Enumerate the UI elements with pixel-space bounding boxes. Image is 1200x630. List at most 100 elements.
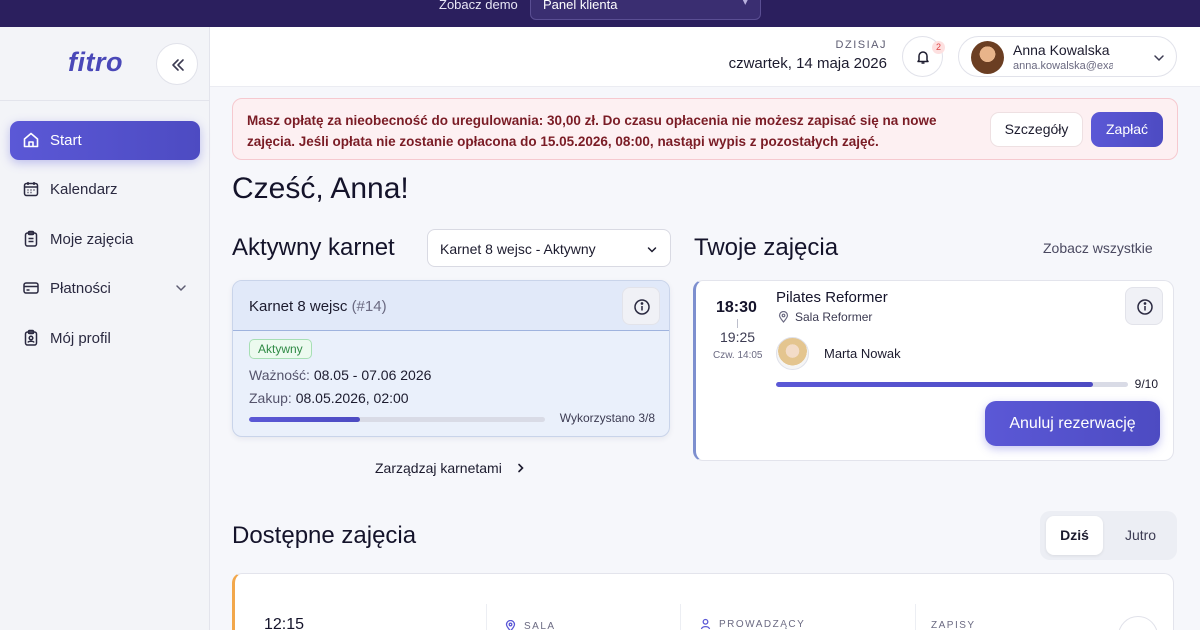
today-date: czwartek, 14 maja 2026 — [728, 55, 887, 72]
demo-bar: Zobacz demo Panel klienta ▾ — [0, 0, 1200, 27]
demo-view-select-value: Panel klienta — [543, 0, 618, 12]
demo-view-select[interactable]: Panel klienta ▾ — [530, 0, 761, 20]
purchase-label: Zakup: — [249, 390, 292, 406]
pass-name: Karnet 8 wejsc (#14) — [249, 298, 387, 315]
sidebar-item-start[interactable]: Start — [10, 121, 200, 160]
manage-passes-label: Zarządzaj karnetami — [375, 460, 502, 476]
available-class-time: 12:15 — [264, 616, 305, 630]
coach-column-label: PROWADZĄCY — [719, 619, 806, 630]
pass-select-value: Karnet 8 wejsc - Aktywny — [440, 241, 596, 257]
profile-icon — [24, 329, 38, 346]
coach-name: Marta Nowak — [824, 346, 901, 361]
sidebar-item-label: Moje zajęcia — [50, 231, 134, 248]
notifications-button[interactable]: 2 — [902, 36, 945, 77]
pass-info-button[interactable] — [622, 287, 660, 325]
your-classes-title: Twoje zajęcia — [694, 234, 839, 261]
class-info-button[interactable] — [1118, 616, 1158, 630]
status-badge: Aktywny — [249, 339, 312, 359]
validity-label: Ważność: — [249, 367, 310, 383]
column-divider — [486, 604, 487, 630]
chevron-down-icon — [647, 247, 657, 253]
top-header: DZISIAJ czwartek, 14 maja 2026 2 Anna Ko… — [210, 27, 1200, 87]
home-icon — [23, 132, 39, 148]
see-all-link[interactable]: Zobacz wszystkie — [1043, 240, 1153, 256]
bell-icon — [917, 51, 929, 64]
pass-usage-text: Wykorzystano 3/8 — [559, 411, 655, 425]
location-pin-icon — [505, 619, 516, 630]
pass-card-header: Karnet 8 wejsc (#14) — [233, 281, 669, 331]
card-icon — [23, 282, 39, 294]
class-end-time: 19:25 — [720, 329, 756, 345]
location-pin-icon — [778, 310, 789, 323]
class-start-time: 18:30 — [716, 299, 757, 316]
available-class-card[interactable]: 12:15 ·· SALA PROWADZĄCY ZAPISY — [232, 573, 1174, 630]
validity-value: 08.05 - 07.06 2026 — [313, 367, 432, 383]
pass-select[interactable]: Karnet 8 wejsc - Aktywny — [427, 229, 671, 267]
calendar-icon — [23, 182, 39, 197]
sidebar-item-my-classes[interactable]: Moje zajęcia — [10, 220, 200, 259]
pass-card: Karnet 8 wejsc (#14) Aktywny Ważność: 08… — [232, 280, 670, 437]
demo-label: Zobacz demo — [439, 0, 518, 12]
info-icon — [1137, 299, 1153, 315]
cancel-booking-button[interactable]: Anuluj rezerwację — [985, 401, 1160, 446]
purchase-value: 08.05.2026, 02:00 — [295, 390, 409, 406]
sidebar: fitro Start Kalendarz Moje zajęcia Płatn… — [0, 27, 210, 630]
class-capacity-progress — [776, 382, 1128, 387]
sidebar-item-profile[interactable]: Mój profil — [10, 319, 200, 358]
info-icon — [634, 299, 650, 315]
sidebar-divider — [0, 100, 209, 101]
sidebar-item-label: Mój profil — [50, 330, 111, 347]
manage-passes-link[interactable]: Zarządzaj karnetami — [375, 460, 524, 476]
room-column-label: SALA — [524, 621, 556, 630]
coach-column: PROWADZĄCY — [700, 618, 805, 630]
column-divider — [915, 604, 916, 630]
sidebar-item-payments[interactable]: Płatności — [10, 269, 200, 308]
details-button[interactable]: Szczegóły — [990, 112, 1083, 147]
user-name: Anna Kowalska — [1013, 42, 1110, 58]
sidebar-item-label: Start — [50, 132, 82, 149]
pay-button[interactable]: Zapłać — [1091, 112, 1163, 147]
room-column: SALA — [505, 619, 556, 630]
avatar — [971, 41, 1004, 74]
column-divider — [680, 604, 681, 630]
sidebar-item-calendar[interactable]: Kalendarz — [10, 170, 200, 209]
available-classes-title: Dostępne zajęcia — [232, 522, 417, 549]
chevron-down-icon — [176, 285, 186, 292]
pass-number: (#14) — [351, 298, 387, 315]
pass-title: Karnet 8 wejsc — [249, 298, 348, 315]
class-info-button[interactable] — [1125, 287, 1163, 325]
active-pass-title: Aktywny karnet — [232, 234, 395, 261]
class-name: Pilates Reformer — [776, 289, 888, 306]
time-divider — [737, 319, 738, 328]
booked-class-card: 18:30 19:25 Czw. 14:05 Pilates Reformer … — [693, 280, 1174, 461]
signups-column: ZAPISY — [931, 620, 976, 630]
tab-tomorrow[interactable]: Jutro — [1112, 516, 1169, 555]
notification-badge: 2 — [932, 41, 945, 54]
chevron-down-icon: ▾ — [742, 0, 748, 8]
class-room: Sala Reformer — [778, 310, 872, 324]
class-capacity-text: 9/10 — [1134, 377, 1158, 391]
avatar — [776, 337, 809, 370]
collapse-sidebar-button[interactable] — [156, 43, 198, 85]
class-date: Czw. 14:05 — [713, 350, 763, 361]
unpaid-fee-alert: Masz opłatę za nieobecność do uregulowan… — [232, 98, 1178, 160]
page-title: Cześć, Anna! — [232, 172, 409, 205]
pass-validity: Ważność: 08.05 - 07.06 2026 — [249, 367, 431, 383]
double-chevron-left-icon — [172, 59, 184, 71]
class-room-label: Sala Reformer — [795, 310, 873, 324]
user-email: anna.kowalska@exam... — [1013, 60, 1113, 72]
signups-column-label: ZAPISY — [931, 620, 976, 630]
class-capacity-fill — [776, 382, 1093, 387]
chevron-down-icon — [1154, 55, 1164, 62]
pass-purchase: Zakup: 08.05.2026, 02:00 — [249, 390, 409, 406]
logo[interactable]: fitro — [68, 47, 123, 78]
today-label: DZISIAJ — [835, 39, 887, 51]
time-range-dots: ·· — [381, 626, 388, 630]
user-menu[interactable]: Anna Kowalska anna.kowalska@exam... — [958, 36, 1177, 77]
pass-usage-progress — [249, 417, 545, 422]
sidebar-item-label: Kalendarz — [50, 181, 118, 198]
chevron-right-icon — [518, 463, 524, 473]
tab-today[interactable]: Dziś — [1046, 516, 1103, 555]
sidebar-item-label: Płatności — [50, 280, 111, 297]
clipboard-icon — [24, 230, 38, 247]
